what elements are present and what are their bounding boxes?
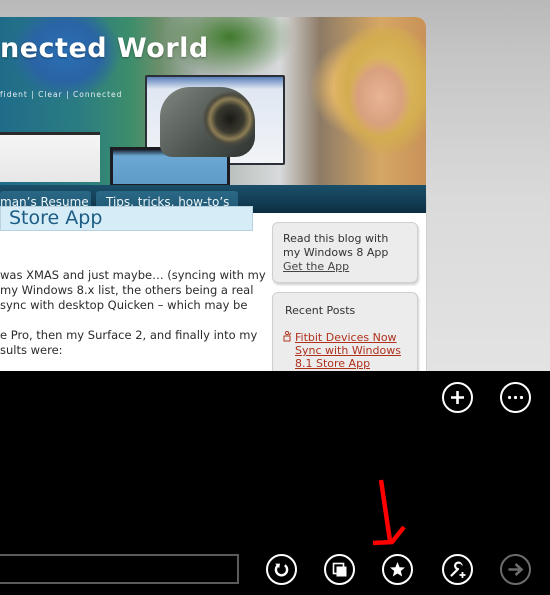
new-tab-button[interactable]	[442, 382, 473, 413]
get-app-text: my Windows 8 App	[283, 246, 389, 259]
site-tagline: fident | Clear | Connected	[0, 90, 123, 99]
get-app-text: Read this blog with	[283, 232, 389, 245]
recent-post-link[interactable]: Fitbit Devices Now Sync with Windows 8.1…	[295, 331, 401, 370]
post-text-line: was XMAS and just maybe… (syncing with m…	[0, 268, 266, 282]
post-text-line: sync with desktop Quicken – which may be	[0, 298, 248, 312]
address-bar-input[interactable]	[0, 554, 239, 584]
forward-button[interactable]	[500, 554, 531, 585]
plus-icon	[451, 391, 464, 404]
post-text-line: sults were:	[0, 343, 63, 357]
post-body: was XMAS and just maybe… (syncing with m…	[0, 268, 266, 358]
wrench-plus-icon	[449, 561, 465, 578]
banner-image-portrait	[335, 27, 426, 157]
star-icon	[390, 562, 405, 577]
banner-image-monitor	[0, 132, 100, 182]
post-text-line: my Windows 8.x list, the others being a …	[0, 283, 254, 297]
annotation-arrow	[372, 479, 406, 546]
get-the-app-link[interactable]: Get the App	[283, 260, 349, 273]
blog-page: nected World fident | Clear | Connected …	[0, 17, 426, 371]
pin-to-start-button[interactable]	[324, 554, 355, 585]
header-banner: nected World fident | Clear | Connected	[0, 17, 426, 187]
post-title[interactable]: Store App	[0, 206, 253, 231]
rss-person-icon	[283, 330, 295, 370]
refresh-icon	[274, 563, 289, 577]
banner-image-camera	[160, 87, 255, 157]
recent-posts-heading: Recent Posts	[285, 304, 356, 317]
tab-options-button[interactable]	[500, 382, 531, 413]
get-app-box: Read this blog with my Windows 8 App Get…	[272, 222, 418, 283]
site-title[interactable]: nected World	[0, 33, 209, 64]
page-tools-button[interactable]	[442, 554, 473, 585]
page-border	[426, 196, 427, 371]
arrow-right-icon	[508, 563, 524, 576]
recent-post-item: Fitbit Devices Now Sync with Windows 8.1…	[283, 330, 417, 370]
refresh-button[interactable]	[266, 554, 297, 585]
pin-icon	[332, 562, 346, 576]
favorites-button[interactable]	[382, 554, 413, 585]
post-text-line: e Pro, then my Surface 2, and finally in…	[0, 328, 258, 342]
ellipsis-icon	[507, 395, 524, 400]
recent-posts-box: Recent Posts Fitbit Devices Now Sync wit…	[272, 292, 418, 371]
